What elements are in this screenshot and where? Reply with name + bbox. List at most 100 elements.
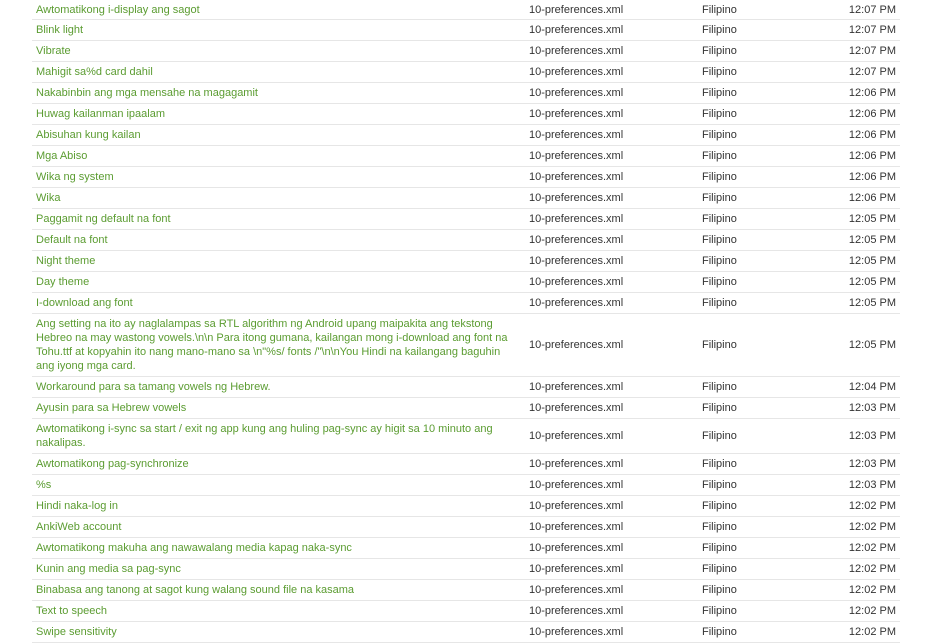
table-row: Text to speech 10-preferences.xml Filipino… — [32, 600, 900, 622]
string-cell: Mahigit sa%d card dahil — [32, 61, 525, 83]
string-link[interactable]: Awtomatikong i-sync sa start / exit ng a… — [36, 423, 493, 449]
language-cell: Filipino — [698, 579, 818, 601]
string-link[interactable]: Mga Abiso — [36, 150, 87, 162]
table-row: Vibrate 10-preferences.xml Filipino 12:07 P… — [32, 40, 900, 62]
language-cell: Filipino — [698, 271, 818, 293]
string-cell: Vibrate — [32, 40, 525, 62]
table-row: Abisuhan kung kailan 10-preferences.xml Fi… — [32, 124, 900, 146]
string-cell: Binabasa ang tanong at sagot kung walang… — [32, 579, 525, 601]
time-cell: 12:02 PM — [818, 495, 900, 517]
string-link[interactable]: Nakabinbin ang mga mensahe na magagamit — [36, 87, 258, 99]
string-link[interactable]: Paggamit ng default na font — [36, 213, 171, 225]
table-row: I-download ang font 10-preferences.xml Fil… — [32, 292, 900, 314]
table-row: Blink light 10-preferences.xml Filipino 12:… — [32, 19, 900, 41]
language-cell: Filipino — [698, 250, 818, 272]
string-cell: I-download ang font — [32, 292, 525, 314]
table-row: Default na font 10-preferences.xml Filipin… — [32, 229, 900, 251]
time-cell: 12:02 PM — [818, 516, 900, 538]
string-link[interactable]: Default na font — [36, 234, 108, 246]
table-row: Awtomatikong i-display ang sagot 10-prefe… — [32, 0, 900, 20]
file-cell: 10-preferences.xml — [525, 166, 698, 188]
string-link[interactable]: Awtomatikong pag-synchronize — [36, 458, 189, 470]
string-link[interactable]: Abisuhan kung kailan — [36, 129, 141, 141]
string-link[interactable]: Awtomatikong i-display ang sagot — [36, 4, 200, 16]
table-row: Binabasa ang tanong at sagot kung walang… — [32, 579, 900, 601]
file-cell: 10-preferences.xml — [525, 516, 698, 538]
string-cell: Awtomatikong makuha ang nawawalang media… — [32, 537, 525, 559]
translation-history-table: Awtomatikong i-display ang sagot 10-prefe… — [32, 0, 900, 643]
time-cell: 12:03 PM — [818, 397, 900, 419]
table-row: Workaround para sa tamang vowels ng Hebr… — [32, 376, 900, 398]
language-cell: Filipino — [698, 376, 818, 398]
time-cell: 12:05 PM — [818, 292, 900, 314]
string-link[interactable]: Ang setting na ito ay naglalampas sa RTL… — [36, 318, 507, 372]
file-cell: 10-preferences.xml — [525, 558, 698, 580]
file-cell: 10-preferences.xml — [525, 495, 698, 517]
string-link[interactable]: Mahigit sa%d card dahil — [36, 66, 153, 78]
file-cell: 10-preferences.xml — [525, 579, 698, 601]
time-cell: 12:03 PM — [818, 418, 900, 454]
file-cell: 10-preferences.xml — [525, 271, 698, 293]
table-row: %s 10-preferences.xml Filipino 12:03 PM — [32, 474, 900, 496]
time-cell: 12:05 PM — [818, 208, 900, 230]
time-cell: 12:02 PM — [818, 621, 900, 643]
time-cell: 12:02 PM — [818, 579, 900, 601]
time-cell: 12:03 PM — [818, 453, 900, 475]
language-cell: Filipino — [698, 292, 818, 314]
string-cell: Hindi naka-log in — [32, 495, 525, 517]
string-link[interactable]: Awtomatikong makuha ang nawawalang media… — [36, 542, 352, 554]
language-cell: Filipino — [698, 621, 818, 643]
string-link[interactable]: Binabasa ang tanong at sagot kung walang… — [36, 584, 354, 596]
string-link[interactable]: Wika ng system — [36, 171, 114, 183]
language-cell: Filipino — [698, 495, 818, 517]
file-cell: 10-preferences.xml — [525, 40, 698, 62]
file-cell: 10-preferences.xml — [525, 61, 698, 83]
string-cell: Paggamit ng default na font — [32, 208, 525, 230]
string-link[interactable]: I-download ang font — [36, 297, 133, 309]
time-cell: 12:07 PM — [818, 19, 900, 41]
string-link[interactable]: Huwag kailanman ipaalam — [36, 108, 165, 120]
time-cell: 12:06 PM — [818, 82, 900, 104]
string-cell: Workaround para sa tamang vowels ng Hebr… — [32, 376, 525, 398]
time-cell: 12:05 PM — [818, 313, 900, 377]
file-cell: 10-preferences.xml — [525, 376, 698, 398]
table-row: Nakabinbin ang mga mensahe na magagamit 1… — [32, 82, 900, 104]
table-row: Mga Abiso 10-preferences.xml Filipino 12:06… — [32, 145, 900, 167]
language-cell: Filipino — [698, 474, 818, 496]
string-link[interactable]: AnkiWeb account — [36, 521, 121, 533]
time-cell: 12:06 PM — [818, 187, 900, 209]
string-cell: AnkiWeb account — [32, 516, 525, 538]
string-link[interactable]: Kunin ang media sa pag-sync — [36, 563, 181, 575]
string-link[interactable]: Hindi naka-log in — [36, 500, 118, 512]
string-link[interactable]: Workaround para sa tamang vowels ng Hebr… — [36, 381, 271, 393]
file-cell: 10-preferences.xml — [525, 292, 698, 314]
table-row: Awtomatikong pag-synchronize 10-preferenc… — [32, 453, 900, 475]
string-link[interactable]: Vibrate — [36, 45, 71, 57]
table-row: Kunin ang media sa pag-sync 10-preference… — [32, 558, 900, 580]
time-cell: 12:03 PM — [818, 474, 900, 496]
time-cell: 12:06 PM — [818, 124, 900, 146]
table-row: Swipe sensitivity 10-preferences.xml Filip… — [32, 621, 900, 643]
file-cell: 10-preferences.xml — [525, 208, 698, 230]
file-cell: 10-preferences.xml — [525, 19, 698, 41]
string-link[interactable]: Text to speech — [36, 605, 107, 617]
string-link[interactable]: Day theme — [36, 276, 89, 288]
table-row: Awtomatikong i-sync sa start / exit ng a… — [32, 418, 900, 454]
string-link[interactable]: %s — [36, 479, 51, 491]
language-cell: Filipino — [698, 19, 818, 41]
file-cell: 10-preferences.xml — [525, 453, 698, 475]
language-cell: Filipino — [698, 208, 818, 230]
language-cell: Filipino — [698, 187, 818, 209]
string-link[interactable]: Wika — [36, 192, 60, 204]
table-row: Day theme 10-preferences.xml Filipino 12:05… — [32, 271, 900, 293]
translation-history-table-wrap: Awtomatikong i-display ang sagot 10-prefe… — [32, 0, 900, 643]
string-link[interactable]: Blink light — [36, 24, 83, 36]
string-link[interactable]: Ayusin para sa Hebrew vowels — [36, 402, 186, 414]
string-cell: Night theme — [32, 250, 525, 272]
string-link[interactable]: Night theme — [36, 255, 95, 267]
language-cell: Filipino — [698, 82, 818, 104]
string-cell: Default na font — [32, 229, 525, 251]
language-cell: Filipino — [698, 516, 818, 538]
string-link[interactable]: Swipe sensitivity — [36, 626, 117, 638]
string-cell: Kunin ang media sa pag-sync — [32, 558, 525, 580]
